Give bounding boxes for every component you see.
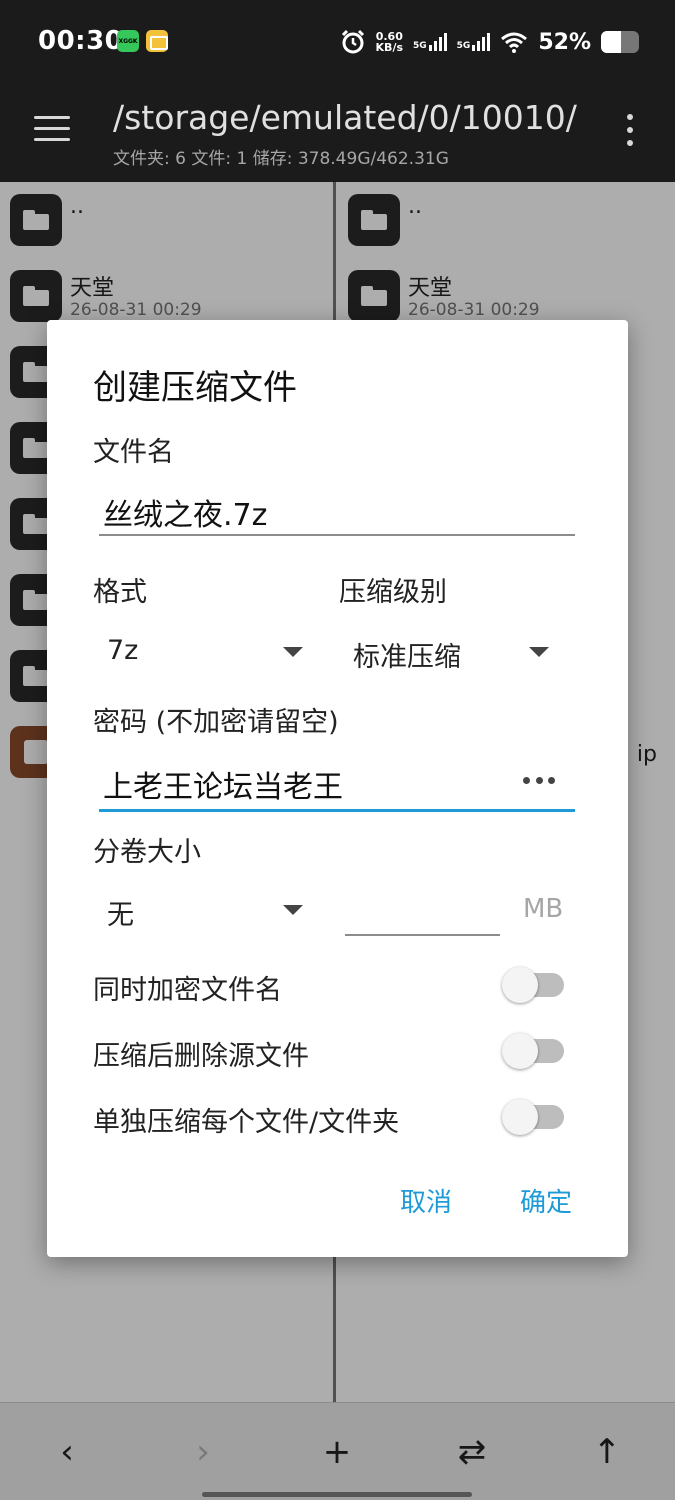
- battery-level: [601, 31, 621, 53]
- xbox-like-app-icon: XGGK: [117, 30, 139, 52]
- password-input[interactable]: 上老王论坛当老王: [99, 752, 575, 812]
- alarm-clock-icon: [341, 29, 364, 54]
- signal-1-icon: 5G: [413, 33, 447, 51]
- format-dropdown[interactable]: 7z: [93, 625, 313, 681]
- delete-source-switch[interactable]: [502, 1033, 564, 1069]
- more-options-icon[interactable]: [624, 114, 636, 148]
- volume-unit: MB: [523, 894, 564, 924]
- encrypt-filenames-switch[interactable]: [502, 967, 564, 1003]
- volume-size-input[interactable]: [345, 880, 500, 936]
- app-toolbar: /storage/emulated/0/10010/ 文件夹: 6 文件: 1 …: [0, 84, 675, 182]
- toggle-label: 压缩后删除源文件: [93, 1041, 309, 1072]
- status-indicators: 0.60 KB/s 5G 5G 52%: [340, 26, 639, 58]
- battery-percent: 52%: [538, 29, 591, 55]
- home-indicator[interactable]: [202, 1492, 472, 1497]
- battery-icon: [601, 31, 639, 53]
- chevron-down-icon: [529, 647, 549, 657]
- chevron-down-icon: [283, 905, 303, 915]
- password-label: 密码 (不加密请留空): [93, 707, 339, 738]
- create-archive-dialog: 创建压缩文件 文件名 丝绒之夜.7z 格式 压缩级别 7z 标准压缩 密码 (不…: [47, 320, 628, 1257]
- chevron-down-icon: [283, 647, 303, 657]
- filename-label: 文件名: [93, 437, 174, 468]
- wallet-app-icon: [146, 30, 168, 52]
- dialog-title: 创建压缩文件: [93, 368, 297, 408]
- current-path: /storage/emulated/0/10010/: [113, 98, 577, 137]
- cancel-button[interactable]: 取消: [400, 1182, 452, 1219]
- network-speed: 0.60 KB/s: [375, 30, 404, 54]
- storage-stats: 文件夹: 6 文件: 1 储存: 378.49G/462.31G: [113, 149, 449, 169]
- volume-size-label: 分卷大小: [93, 837, 201, 868]
- compression-level-dropdown[interactable]: 标准压缩: [339, 625, 569, 681]
- format-label: 格式: [93, 577, 147, 608]
- status-time: 00:30: [38, 26, 124, 56]
- status-bar: 00:30 XGGK 0.60 KB/s 5G 5G 52%: [0, 0, 675, 84]
- wifi-icon: [501, 32, 528, 53]
- volume-size-dropdown[interactable]: 无: [93, 883, 313, 939]
- toggle-label: 同时加密文件名: [93, 975, 282, 1006]
- hamburger-menu-icon[interactable]: [34, 116, 70, 142]
- compress-each-switch[interactable]: [502, 1099, 564, 1135]
- toggle-label: 单独压缩每个文件/文件夹: [93, 1107, 400, 1138]
- show-password-icon[interactable]: [523, 776, 555, 784]
- signal-2-icon: 5G: [457, 33, 491, 51]
- compression-level-label: 压缩级别: [339, 577, 447, 608]
- ok-button[interactable]: 确定: [520, 1182, 572, 1219]
- filename-input[interactable]: 丝绒之夜.7z: [99, 480, 575, 536]
